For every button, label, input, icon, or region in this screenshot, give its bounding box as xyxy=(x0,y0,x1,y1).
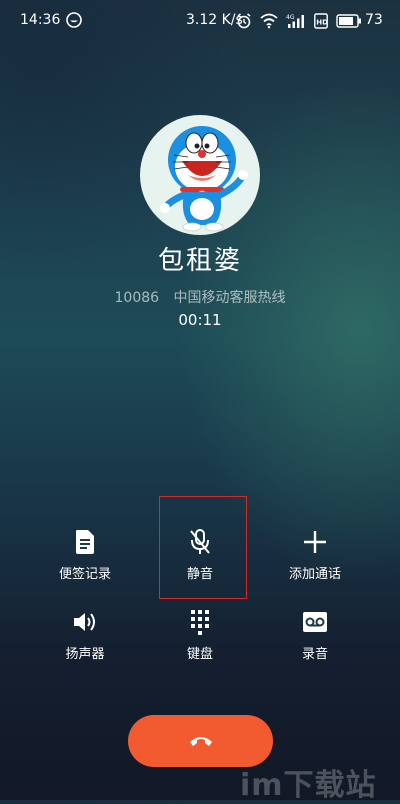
hangup-phone-icon xyxy=(189,737,212,746)
caller-number: 10086 xyxy=(114,290,160,306)
record-icon xyxy=(300,607,330,637)
record-button[interactable]: 录音 xyxy=(255,607,375,667)
battery-icon xyxy=(336,14,361,28)
status-bar: 14:36 3.12 K/s 4G HD 73 xyxy=(0,0,400,44)
contact-avatar xyxy=(140,115,260,235)
svg-text:HD: HD xyxy=(316,19,328,27)
add-call-button-label: 添加通话 xyxy=(288,567,341,582)
keypad-button-label: 键盘 xyxy=(186,647,213,662)
speaker-icon xyxy=(70,607,100,637)
svg-text:4G: 4G xyxy=(286,14,295,21)
alarm-icon xyxy=(237,13,251,29)
network-speed: 3.12 K/s xyxy=(186,12,243,28)
status-icons: 4G HD xyxy=(236,11,362,31)
signal-4g-icon: 4G xyxy=(286,14,304,28)
record-button-label: 录音 xyxy=(301,647,328,662)
caller-label: 中国移动客服热线 xyxy=(173,290,286,306)
note-button-label: 便签记录 xyxy=(58,567,111,582)
mute-highlight-box xyxy=(159,496,247,599)
app-notification-icon xyxy=(66,12,82,28)
doraemon-avatar-icon xyxy=(160,126,248,232)
add-call-icon xyxy=(300,527,330,557)
speaker-button[interactable]: 扬声器 xyxy=(25,607,145,667)
status-time: 14:36 xyxy=(20,12,61,28)
battery-percent: 73 xyxy=(365,12,383,28)
call-duration: 00:11 xyxy=(178,311,222,329)
caller-info: 10086 中国移动客服热线 xyxy=(0,287,400,307)
note-button[interactable]: 便签记录 xyxy=(25,527,145,587)
speaker-button-label: 扬声器 xyxy=(65,647,105,662)
note-icon xyxy=(70,527,100,557)
keypad-icon xyxy=(185,607,215,637)
add-call-button[interactable]: 添加通话 xyxy=(255,527,375,587)
contact-name: 包租婆 xyxy=(157,246,242,276)
wifi-icon xyxy=(260,13,278,29)
watermark-text: im下载站 xyxy=(240,768,377,803)
hd-icon: HD xyxy=(314,13,328,29)
keypad-button[interactable]: 键盘 xyxy=(140,607,260,667)
